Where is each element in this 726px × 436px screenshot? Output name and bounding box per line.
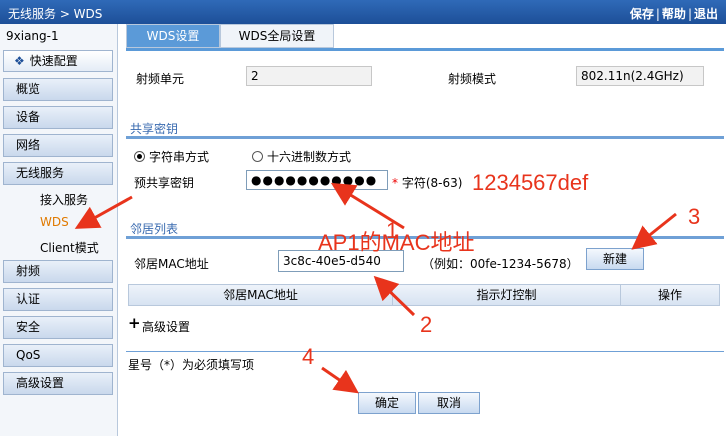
annotation-number-3: 3 xyxy=(688,204,701,229)
quick-config-button[interactable]: ❖ 快速配置 xyxy=(3,50,113,72)
required-note: 星号（*）为必须填写项 xyxy=(128,358,255,372)
cancel-button[interactable]: 取消 xyxy=(418,392,480,414)
password-annotation: 1234567def xyxy=(472,170,589,195)
neighbor-mac-label: 邻居MAC地址 xyxy=(134,257,209,271)
sidebar-item-advanced[interactable]: 高级设置 xyxy=(3,372,113,395)
radio-unit-field: 2 xyxy=(246,66,372,86)
breadcrumb: 无线服务 > WDS xyxy=(8,7,103,21)
psk-input[interactable]: ●●●●●●●●●●● xyxy=(246,170,388,190)
column-neighbor-mac: 邻居MAC地址 xyxy=(129,285,393,305)
shared-key-divider xyxy=(126,136,724,139)
neighbor-table-header: 邻居MAC地址 指示灯控制 操作 xyxy=(128,284,720,306)
radio-unit-label: 射频单元 xyxy=(136,72,185,86)
sidebar-subitem-client-mode[interactable]: Client模式 xyxy=(40,239,99,256)
new-button[interactable]: 新建 xyxy=(586,248,644,270)
shared-key-title: 共享密钥 xyxy=(130,122,179,136)
advanced-divider xyxy=(126,351,724,352)
sidebar-item-network[interactable]: 网络 xyxy=(3,134,113,157)
ok-button[interactable]: 确定 xyxy=(358,392,416,414)
psk-hint-text: 字符(8-63) xyxy=(401,176,463,190)
psk-hint: * 字符(8-63) xyxy=(392,174,462,191)
annotation-number-2: 2 xyxy=(420,312,433,337)
tab-wds-settings[interactable]: WDS设置 xyxy=(126,24,220,48)
key-type-hex-label: 十六进制数方式 xyxy=(267,150,352,164)
column-operation: 操作 xyxy=(657,288,682,302)
sidebar-item-wireless[interactable]: 无线服务 xyxy=(3,162,113,185)
key-type-string-label: 字符串方式 xyxy=(149,150,210,164)
sidebar-item-qos[interactable]: QoS xyxy=(3,344,113,367)
sidebar-subitem-access-service[interactable]: 接入服务 xyxy=(40,191,88,208)
radio-mode-field: 802.11n(2.4GHz) xyxy=(576,66,704,86)
sidebar-subitem-wds[interactable]: WDS xyxy=(40,215,69,229)
quick-config-label: 快速配置 xyxy=(29,54,78,68)
column-led-control: 指示灯控制 xyxy=(393,285,621,305)
annotation-number-1: 1 xyxy=(386,218,399,243)
diamond-icon: ❖ xyxy=(14,54,25,68)
radio-unchecked-icon[interactable] xyxy=(252,151,263,162)
key-type-string-option[interactable]: 字符串方式 xyxy=(134,148,209,165)
top-links: 保存 | 帮助 | 退出 xyxy=(629,7,718,21)
psk-label: 预共享密钥 xyxy=(134,176,195,190)
logout-link[interactable]: 退出 xyxy=(694,7,718,21)
top-bar: 无线服务 > WDS 保存 | 帮助 | 退出 xyxy=(0,0,726,24)
tab-underline xyxy=(126,48,724,51)
neighbor-list-title: 邻居列表 xyxy=(130,222,179,236)
sidebar-item-radio[interactable]: 射频 xyxy=(3,260,113,283)
required-star: * xyxy=(392,176,398,190)
device-name: 9xiang-1 xyxy=(6,29,59,43)
help-link[interactable]: 帮助 xyxy=(662,7,686,21)
sidebar: 9xiang-1 ❖ 快速配置 概览 设备 网络 无线服务 接入服务 WDS Cl… xyxy=(0,24,118,436)
advanced-settings-toggle[interactable]: 高级设置 xyxy=(142,318,190,335)
sidebar-item-device[interactable]: 设备 xyxy=(3,106,113,129)
annotation-number-4: 4 xyxy=(302,344,315,369)
tab-wds-global-settings[interactable]: WDS全局设置 xyxy=(220,24,334,48)
sidebar-item-auth[interactable]: 认证 xyxy=(3,288,113,311)
save-link[interactable]: 保存 xyxy=(630,7,654,21)
radio-mode-label: 射频模式 xyxy=(448,72,497,86)
radio-checked-icon[interactable] xyxy=(134,151,145,162)
expand-plus-icon[interactable]: + xyxy=(128,314,141,332)
sidebar-item-overview[interactable]: 概览 xyxy=(3,78,113,101)
mac-example-text: （例如：00fe-1234-5678） xyxy=(422,257,579,271)
sidebar-item-security[interactable]: 安全 xyxy=(3,316,113,339)
key-type-hex-option[interactable]: 十六进制数方式 xyxy=(252,148,351,165)
